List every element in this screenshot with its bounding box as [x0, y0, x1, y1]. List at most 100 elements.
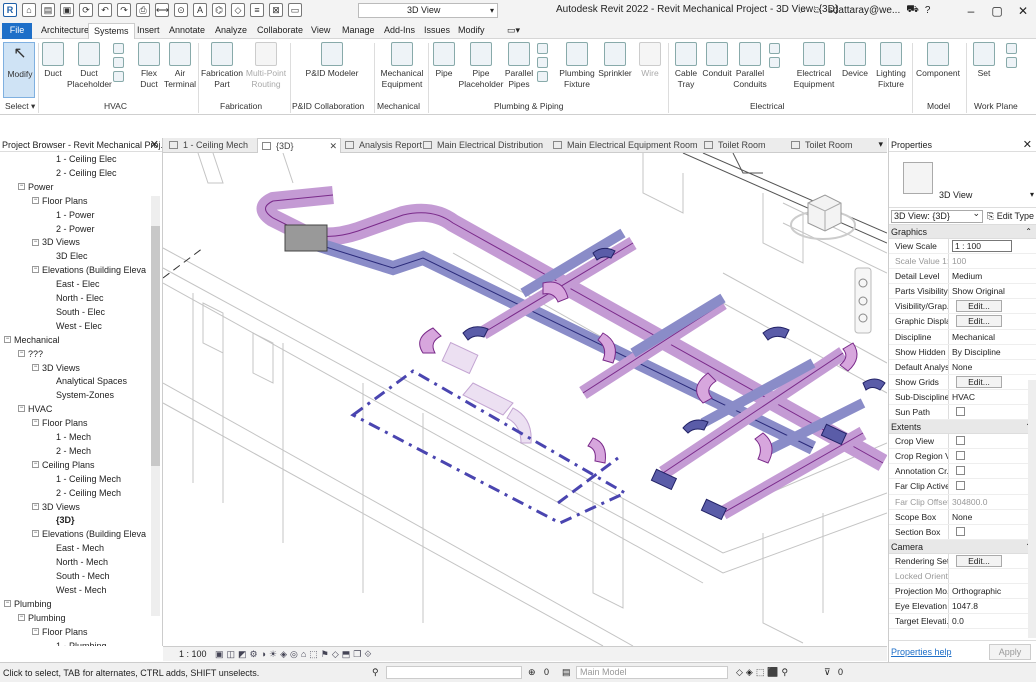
- filter-icon[interactable]: ⊽: [824, 667, 831, 678]
- sync-icon[interactable]: ⟳: [79, 3, 93, 17]
- browser-node[interactable]: 3D Elec: [46, 251, 88, 261]
- conduit-button[interactable]: Conduit: [701, 42, 733, 79]
- property-value[interactable]: HVAC: [949, 390, 1036, 404]
- ribbon-options-icon[interactable]: ▭▾: [502, 23, 525, 39]
- close-hidden-icon[interactable]: ⊠: [269, 3, 283, 17]
- select-group-label[interactable]: Select ▾: [5, 101, 35, 112]
- browser-node[interactable]: South - Elec: [46, 307, 105, 317]
- browser-node[interactable]: 1 - Mech: [46, 432, 91, 442]
- browser-node[interactable]: West - Mech: [46, 585, 106, 595]
- browser-node[interactable]: −3D Views: [32, 363, 80, 373]
- measure-icon[interactable]: ⟷: [155, 3, 169, 17]
- pipe-accessory-icon[interactable]: [536, 57, 548, 68]
- property-value[interactable]: By Discipline: [949, 345, 1036, 359]
- browser-node[interactable]: 2 - Power: [46, 224, 95, 234]
- lighting-fixture-button[interactable]: Lighting Fixture: [872, 42, 910, 90]
- browser-scrollbar[interactable]: [151, 196, 160, 616]
- property-value[interactable]: [949, 434, 1036, 448]
- duct-button[interactable]: Duct: [40, 42, 66, 79]
- browser-node[interactable]: −???: [18, 349, 43, 359]
- browser-node[interactable]: Analytical Spaces: [46, 376, 127, 386]
- plumbing-fixture-button[interactable]: Plumbing Fixture: [557, 42, 597, 90]
- view-combo[interactable]: 3D View ▾: [358, 3, 498, 18]
- apply-button[interactable]: Apply: [989, 644, 1031, 660]
- property-checkbox[interactable]: [956, 466, 965, 476]
- help-icon[interactable]: ?: [925, 5, 931, 16]
- section-icon[interactable]: ◇: [231, 3, 245, 17]
- property-value[interactable]: [949, 449, 1036, 463]
- editing-requests-icon[interactable]: ⊕: [528, 667, 536, 678]
- text-icon[interactable]: A: [193, 3, 207, 17]
- show-workplane-icon[interactable]: [1005, 43, 1017, 54]
- browser-node[interactable]: 1 - Power: [46, 210, 95, 220]
- property-checkbox[interactable]: [956, 451, 965, 461]
- collapse-icon[interactable]: −: [32, 530, 39, 538]
- binoculars-icon[interactable]: ⌕: [800, 5, 806, 16]
- property-checkbox[interactable]: [956, 481, 965, 491]
- property-group-header[interactable]: Extents⌃: [889, 420, 1036, 435]
- browser-node[interactable]: − Elevations (Building Eleva: [32, 265, 146, 275]
- doc-tab-toilet-room-1[interactable]: Toilet Room: [700, 138, 786, 153]
- edit-button[interactable]: Edit...: [956, 300, 1002, 313]
- collapse-icon[interactable]: −: [32, 238, 39, 246]
- properties-scrollbar[interactable]: [1028, 380, 1036, 638]
- design-option-select[interactable]: Main Model: [576, 666, 728, 679]
- browser-node[interactable]: − Floor Plans: [32, 196, 88, 206]
- property-value[interactable]: Show Original: [949, 284, 1036, 298]
- parallel-conduits-button[interactable]: Parallel Conduits: [732, 42, 768, 90]
- pipe-fitting-icon[interactable]: [536, 43, 548, 54]
- view-instance-select[interactable]: 3D View: {3D}: [891, 208, 983, 223]
- switch-windows-icon[interactable]: ▭: [288, 3, 302, 17]
- property-value[interactable]: [949, 405, 1036, 419]
- browser-node[interactable]: − Mechanical: [4, 335, 60, 345]
- browser-node[interactable]: − Floor Plans: [32, 627, 88, 637]
- device-button[interactable]: Device: [838, 42, 872, 79]
- browser-node[interactable]: North - Elec: [46, 293, 104, 303]
- model-drawing[interactable]: [163, 153, 887, 646]
- collapse-icon[interactable]: −: [18, 613, 25, 621]
- close-icon[interactable]: ✕: [150, 138, 159, 151]
- doc-tab-toilet-room-2[interactable]: Toilet Room: [787, 138, 873, 153]
- property-value[interactable]: Orthographic: [949, 584, 1036, 598]
- chevron-down-icon[interactable]: ▾: [1030, 190, 1034, 199]
- tag-icon[interactable]: ⊙: [174, 3, 188, 17]
- convert-flex-icon[interactable]: [112, 43, 124, 54]
- browser-node[interactable]: −3D Views: [32, 237, 80, 247]
- tab-collaborate[interactable]: Collaborate: [252, 23, 308, 39]
- collapse-icon[interactable]: −: [4, 335, 11, 343]
- property-value[interactable]: [949, 464, 1036, 478]
- doc-tab-main-electrical-distribution[interactable]: Main Electrical Distribution: [419, 138, 551, 153]
- edit-button[interactable]: Edit...: [956, 554, 1002, 567]
- browser-node[interactable]: −3D Views: [32, 502, 80, 512]
- save-icon[interactable]: ▣: [60, 3, 74, 17]
- open-icon[interactable]: ▤: [41, 3, 55, 17]
- close-tab-icon[interactable]: ✕: [329, 139, 337, 153]
- air-terminal-button[interactable]: Air Terminal: [163, 42, 197, 90]
- tab-issues[interactable]: Issues: [419, 23, 455, 39]
- home-icon[interactable]: ⌂: [22, 3, 36, 17]
- browser-node[interactable]: 1 - Ceiling Mech: [46, 474, 121, 484]
- property-value[interactable]: 0.0: [949, 614, 1036, 628]
- doc-tab-3d[interactable]: {3D} ✕: [257, 138, 341, 153]
- edit-type-button[interactable]: ⎘ Edit Type: [987, 211, 1034, 222]
- tab-systems[interactable]: Systems: [88, 23, 135, 39]
- user-name[interactable]: sdattaray@we...: [828, 5, 900, 16]
- tab-add-ins[interactable]: Add-Ins: [379, 23, 420, 39]
- 3d-view-canvas[interactable]: [163, 153, 887, 646]
- workset-select[interactable]: [386, 666, 522, 679]
- tab-view[interactable]: View: [306, 23, 335, 39]
- property-group-header[interactable]: Graphics ⌃: [889, 225, 1036, 239]
- cart-icon[interactable]: ⛟: [906, 4, 919, 17]
- set-workplane-button[interactable]: Set: [970, 42, 998, 79]
- flex-pipe-icon[interactable]: [536, 71, 548, 82]
- multi-point-routing-button[interactable]: Multi-Point Routing: [244, 42, 288, 90]
- browser-node[interactable]: North - Mech: [46, 557, 108, 567]
- property-checkbox[interactable]: [956, 526, 965, 536]
- viewcube[interactable]: [790, 194, 856, 240]
- property-value[interactable]: Medium: [949, 269, 1036, 283]
- browser-node[interactable]: 2 - Ceiling Elec: [46, 168, 117, 178]
- workset-icon[interactable]: ⚲: [372, 667, 379, 678]
- duct-fitting-icon[interactable]: [112, 57, 124, 68]
- pid-modeler-button[interactable]: P&ID Modeler: [300, 42, 364, 79]
- collapse-icon[interactable]: −: [32, 363, 39, 371]
